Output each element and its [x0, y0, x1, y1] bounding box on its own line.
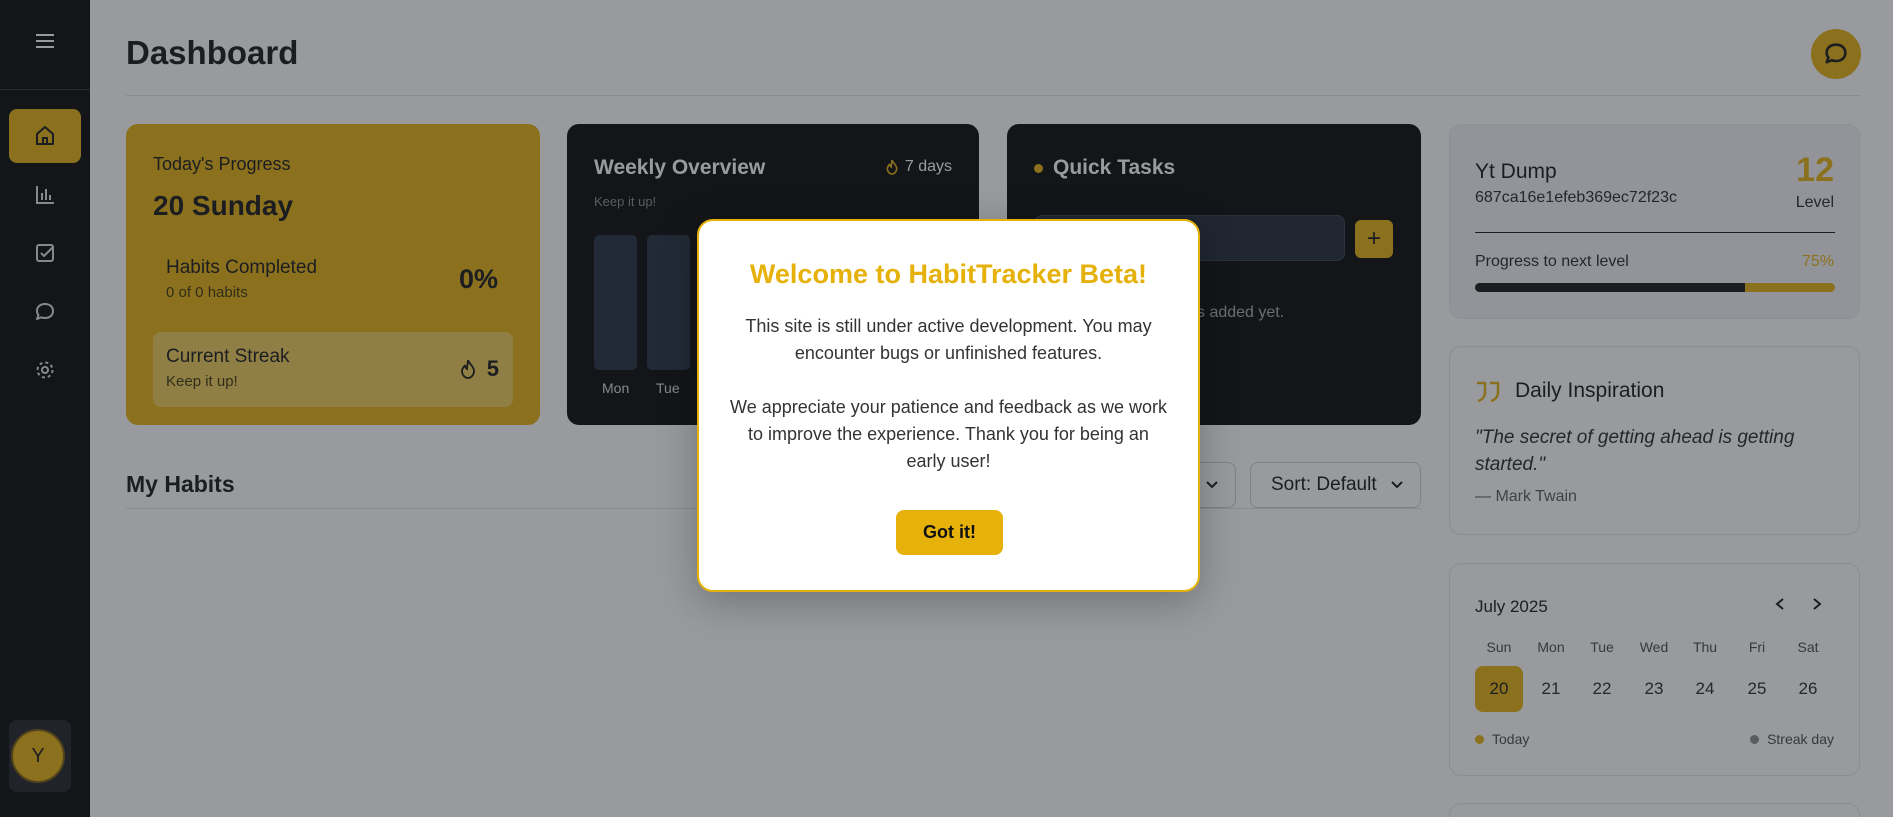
modal-title: Welcome to HabitTracker Beta!	[749, 259, 1148, 289]
modal-paragraph-1: This site is still under active developm…	[745, 316, 1152, 363]
modal-paragraph-2: We appreciate your patience and feedback…	[730, 397, 1167, 471]
got-it-button[interactable]: Got it!	[896, 510, 1003, 555]
welcome-modal: Welcome to HabitTracker Beta! This site …	[697, 219, 1200, 592]
